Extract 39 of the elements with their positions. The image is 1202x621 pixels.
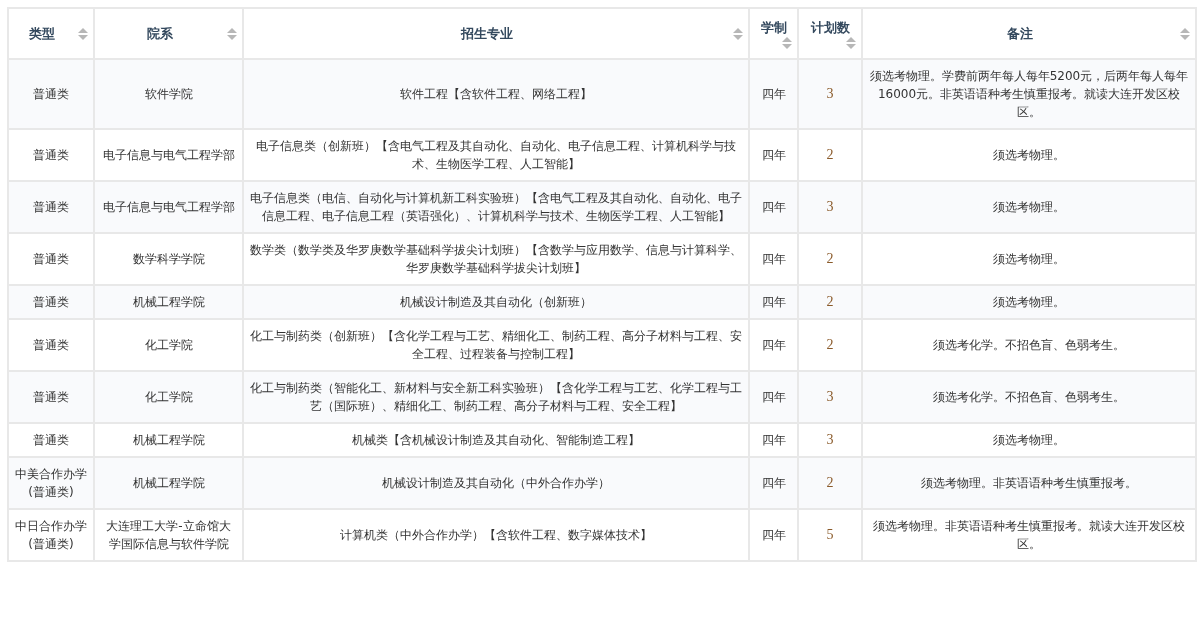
department-cell: 机械工程学院 <box>94 457 243 509</box>
count-cell: 3 <box>798 181 862 233</box>
major-cell: 机械设计制造及其自动化（创新班） <box>243 285 749 319</box>
duration-cell: 四年 <box>749 181 798 233</box>
notes-cell: 须选考物理。非英语语种考生慎重报考。就读大连开发区校区。 <box>862 509 1196 561</box>
major-cell: 化工与制药类（智能化工、新材料与安全新工科实验班）【含化学工程与工艺、化学工程与工艺（国际班）、精细化工、制药工程、高分子材料与工程、安全工程】 <box>243 371 749 423</box>
major-cell: 电子信息类（电信、自动化与计算机新工科实验班）【含电气工程及其自动化、自动化、电子信息工程、电子信息工程（英语强化）、计算机科学与技术、生物医学工程、人工智能】 <box>243 181 749 233</box>
duration-cell: 四年 <box>749 285 798 319</box>
duration-cell: 四年 <box>749 509 798 561</box>
duration-cell: 四年 <box>749 371 798 423</box>
type-cell: 普通类 <box>8 59 94 129</box>
count-cell: 5 <box>798 509 862 561</box>
count-cell: 2 <box>798 457 862 509</box>
notes-cell: 须选考物理。 <box>862 181 1196 233</box>
major-cell: 软件工程【含软件工程、网络工程】 <box>243 59 749 129</box>
notes-cell: 须选考物理。 <box>862 285 1196 319</box>
department-cell: 大连理工大学-立命馆大学国际信息与软件学院 <box>94 509 243 561</box>
type-cell: 中日合作办学(普通类) <box>8 509 94 561</box>
count-cell: 3 <box>798 371 862 423</box>
notes-cell: 须选考物理。学费前两年每人每年5200元，后两年每人每年16000元。非英语语种考生慎重报考。就读大连开发区校区。 <box>862 59 1196 129</box>
major-cell: 机械设计制造及其自动化（中外合作办学） <box>243 457 749 509</box>
type-cell: 普通类 <box>8 285 94 319</box>
duration-cell: 四年 <box>749 59 798 129</box>
count-cell: 3 <box>798 59 862 129</box>
column-header[interactable]: 类型 <box>8 8 94 59</box>
notes-cell: 须选考物理。非英语语种考生慎重报考。 <box>862 457 1196 509</box>
count-cell: 2 <box>798 285 862 319</box>
type-cell: 普通类 <box>8 371 94 423</box>
department-cell: 机械工程学院 <box>94 285 243 319</box>
department-cell: 电子信息与电气工程学部 <box>94 181 243 233</box>
type-cell: 普通类 <box>8 181 94 233</box>
major-cell: 计算机类（中外合作办学）【含软件工程、数字媒体技术】 <box>243 509 749 561</box>
duration-cell: 四年 <box>749 457 798 509</box>
column-header[interactable]: 招生专业 <box>243 8 749 59</box>
notes-cell: 须选考化学。不招色盲、色弱考生。 <box>862 371 1196 423</box>
department-cell: 化工学院 <box>94 371 243 423</box>
department-cell: 软件学院 <box>94 59 243 129</box>
column-header[interactable]: 备注 <box>862 8 1196 59</box>
type-cell: 中美合作办学(普通类) <box>8 457 94 509</box>
